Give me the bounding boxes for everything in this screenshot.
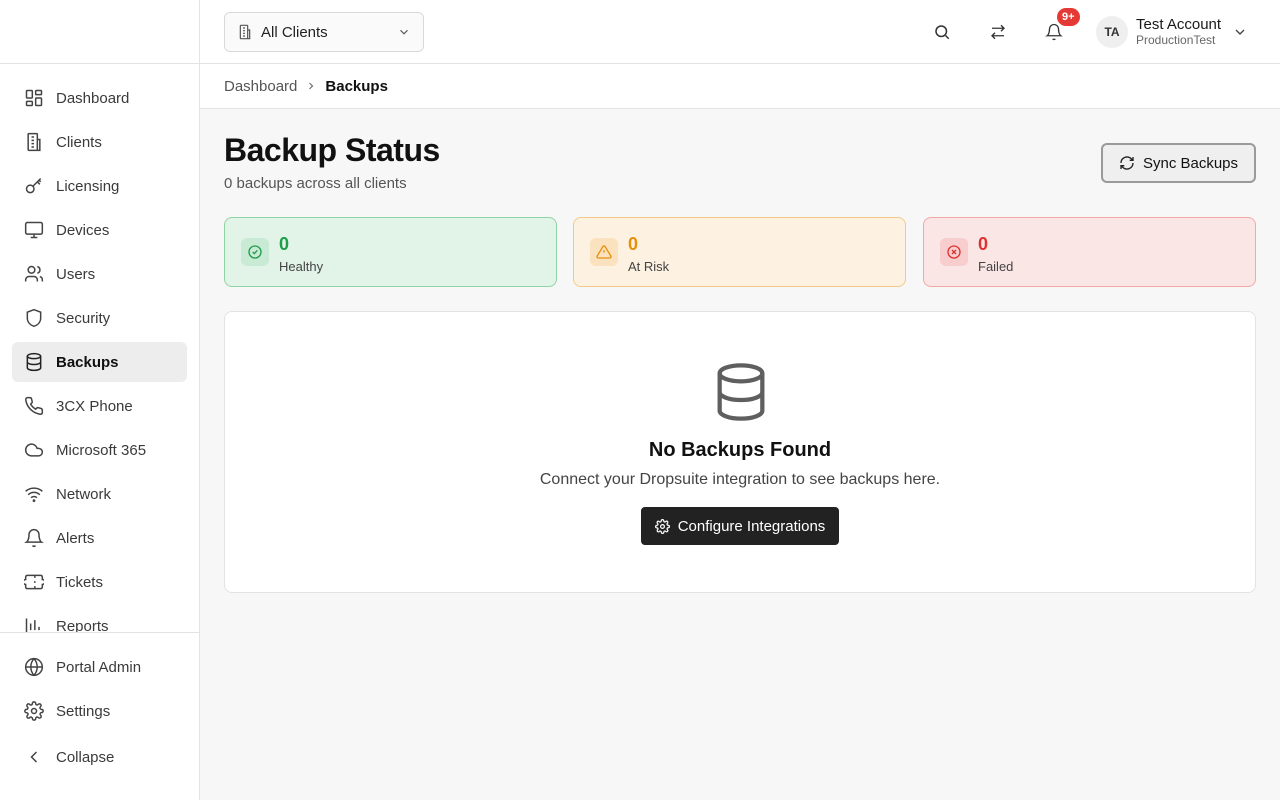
sidebar-item-label: Reports (56, 617, 109, 633)
monitor-icon (24, 221, 44, 239)
sidebar-item-reports[interactable]: Reports (12, 606, 187, 632)
refresh-icon (1120, 156, 1134, 170)
avatar[interactable]: TA (1096, 16, 1128, 48)
sidebar-item-portal-admin[interactable]: Portal Admin (12, 647, 187, 687)
sidebar-item-label: Collapse (56, 748, 115, 766)
sync-backups-button[interactable]: Sync Backups (1101, 143, 1256, 183)
top-header: All Clients 9+ TA Test Account Productio… (200, 0, 1280, 64)
sidebar-item-label: Settings (56, 702, 111, 720)
breadcrumb-current: Backups (325, 77, 388, 95)
sync-backups-label: Sync Backups (1142, 154, 1239, 172)
sidebar-item-dashboard[interactable]: Dashboard (12, 78, 187, 118)
stat-failed-label: Failed (978, 259, 1014, 274)
configure-integrations-label: Configure Integrations (677, 517, 826, 535)
stat-failed-value: 0 (978, 234, 989, 254)
sidebar-item-clients[interactable]: Clients (12, 122, 187, 162)
sidebar-logo-area (0, 0, 199, 64)
sidebar-item-users[interactable]: Users (12, 254, 187, 294)
stat-card-healthy: 0 Healthy (224, 217, 557, 287)
sidebar-item-3cx-phone[interactable]: 3CX Phone (12, 386, 187, 426)
account-org: ProductionTest (1136, 33, 1216, 47)
sidebar-item-label: Dashboard (56, 89, 130, 107)
sidebar-item-label: 3CX Phone (56, 397, 133, 415)
sidebar-item-label: Licensing (56, 177, 120, 195)
sidebar-item-backups[interactable]: Backups (12, 342, 187, 382)
gear-icon (24, 701, 44, 721)
sidebar-item-tickets[interactable]: Tickets (12, 562, 187, 602)
sidebar-item-label: Portal Admin (56, 658, 142, 676)
sidebar-item-label: Microsoft 365 (56, 441, 147, 459)
client-select-value: All Clients (261, 23, 328, 41)
sidebar-footer: Portal Admin Settings Collapse (0, 632, 199, 781)
notification-badge: 9+ (1057, 8, 1080, 26)
sidebar-item-security[interactable]: Security (12, 298, 187, 338)
switch-button[interactable] (986, 20, 1010, 44)
bell-icon (24, 528, 44, 548)
wifi-icon (25, 487, 43, 503)
sidebar-item-label: Clients (56, 133, 102, 151)
database-icon (26, 352, 42, 372)
users-icon (24, 265, 44, 282)
stat-at-risk-label: At Risk (628, 259, 670, 274)
sidebar-item-devices[interactable]: Devices (12, 210, 187, 250)
sidebar-item-settings[interactable]: Settings (12, 691, 187, 731)
warning-icon (590, 238, 618, 266)
stat-card-at-risk: 0 At Risk (573, 217, 906, 287)
x-circle-icon (940, 238, 968, 266)
stat-at-risk-value: 0 (628, 234, 639, 254)
empty-state-description: Connect your Dropsuite integration to se… (539, 471, 941, 488)
sidebar-item-microsoft-365[interactable]: Microsoft 365 (12, 430, 187, 470)
page-title: Backup Status (224, 132, 440, 168)
gear-icon (654, 518, 670, 534)
bar-chart-icon (25, 618, 40, 632)
sidebar-item-alerts[interactable]: Alerts (12, 518, 187, 558)
phone-icon (25, 396, 44, 415)
ticket-icon (24, 574, 44, 590)
search-icon (935, 25, 950, 40)
client-select[interactable]: All Clients (224, 12, 424, 52)
stat-healthy-value: 0 (279, 234, 290, 254)
cloud-icon (24, 443, 44, 457)
sidebar-item-label: Tickets (56, 573, 103, 591)
chevron-down-icon (400, 29, 408, 35)
building-icon (27, 132, 41, 152)
sidebar-collapse-button[interactable]: Collapse (12, 737, 187, 777)
sidebar-item-label: Users (56, 265, 96, 283)
search-button[interactable] (930, 20, 954, 44)
check-circle-icon (241, 238, 269, 266)
chevron-down-icon[interactable] (1232, 24, 1248, 40)
chevron-left-icon (30, 751, 38, 763)
sidebar-item-label: Backups (56, 353, 119, 371)
globe-icon (24, 657, 44, 677)
breadcrumb: Dashboard Backups (200, 64, 1280, 109)
breadcrumb-dashboard[interactable]: Dashboard (224, 78, 297, 95)
sidebar-item-label: Alerts (56, 529, 95, 547)
sidebar-item-network[interactable]: Network (12, 474, 187, 514)
account-name[interactable]: Test Account (1136, 16, 1221, 33)
sidebar-item-label: Devices (56, 221, 110, 239)
database-icon (717, 363, 765, 421)
bell-icon (1045, 23, 1063, 41)
building-icon (239, 24, 251, 40)
stat-card-failed: 0 Failed (923, 217, 1256, 287)
shield-icon (26, 308, 42, 328)
sidebar-item-label: Security (56, 309, 111, 327)
key-icon (25, 177, 42, 194)
sidebar-item-label: Network (56, 485, 112, 503)
configure-integrations-button[interactable]: Configure Integrations (641, 507, 839, 545)
empty-state-title: No Backups Found (648, 439, 832, 461)
sidebar-item-licensing[interactable]: Licensing (12, 166, 187, 206)
chevron-right-icon (309, 82, 314, 90)
stat-healthy-label: Healthy (279, 259, 324, 274)
empty-state-card: No Backups Found Connect your Dropsuite … (224, 311, 1256, 593)
page-subtitle: 0 backups across all clients (224, 175, 407, 192)
sidebar-nav: Dashboard Clients Licensing Devices User… (12, 78, 187, 632)
sidebar: Dashboard Clients Licensing Devices User… (0, 0, 200, 800)
dashboard-icon (25, 89, 43, 107)
arrows-swap-icon (991, 24, 1005, 40)
